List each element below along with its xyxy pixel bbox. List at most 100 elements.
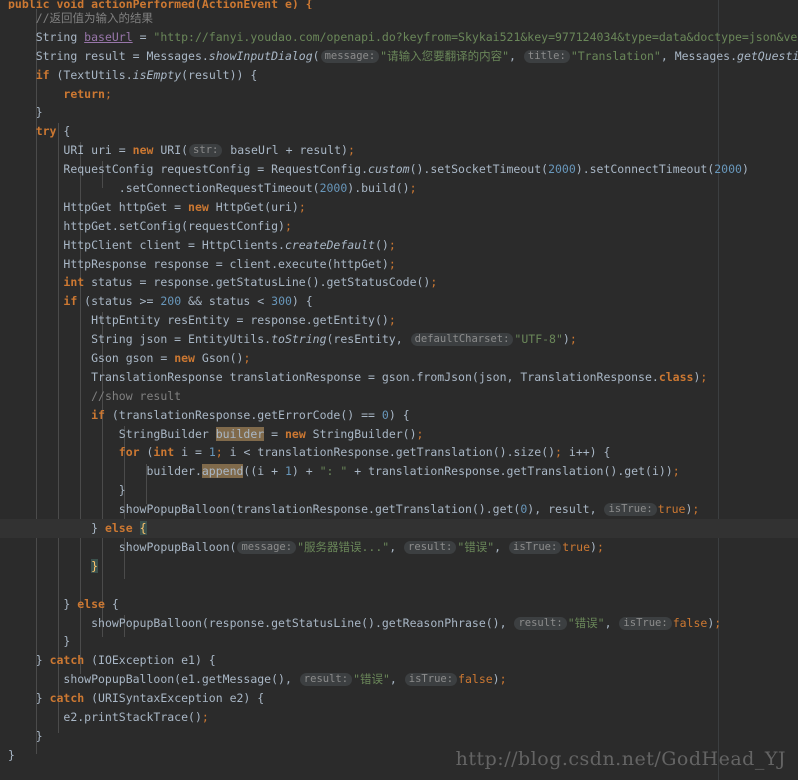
json-args: (resEntity,: [326, 332, 410, 347]
code-line-signature[interactable]: public void actionPerformed(ActionEvent …: [0, 0, 798, 9]
code-line-return[interactable]: return;: [0, 85, 798, 104]
code-line-resentity[interactable]: HttpEntity resEntity = response.getEntit…: [0, 311, 798, 330]
code-line-close-try[interactable]: }: [0, 727, 798, 746]
code-line-stringbuilder[interactable]: StringBuilder builder = new StringBuilde…: [0, 425, 798, 444]
code-line-connectionrequesttimeout[interactable]: .setConnectionRequestTimeout(2000).build…: [0, 179, 798, 198]
code-line-else-current[interactable]: } else {: [0, 519, 798, 538]
comma-1: ,: [389, 539, 404, 554]
popup-close: ): [492, 672, 500, 687]
decl-result: String result = Messages.: [35, 48, 209, 63]
append-a: ((i +: [243, 464, 285, 479]
code-line-requestconfig[interactable]: RequestConfig requestConfig = RequestCon…: [0, 160, 798, 179]
watermark-url: http://blog.csdn.net/GodHead_YJ: [455, 748, 786, 770]
popup-a: showPopupBalloon(e1.getMessage(),: [63, 672, 299, 687]
semicolon-1: ;: [215, 445, 223, 460]
close-brace: }: [35, 728, 43, 743]
code-line-close-else-matching[interactable]: }: [0, 557, 798, 576]
semicolon: ;: [416, 426, 424, 441]
code-line-else-status[interactable]: } else {: [0, 595, 798, 614]
status-cond-a: (status >=: [77, 294, 161, 309]
semicolon-2: ;: [555, 445, 562, 460]
code-line-printstacktrace[interactable]: e2.printStackTrace();: [0, 708, 798, 727]
popup-a: showPopupBalloon(response.getStatusLine(…: [91, 615, 514, 630]
keyword-new: new: [284, 426, 306, 441]
for-b: i =: [174, 445, 209, 460]
code-line-httpclient[interactable]: HttpClient client = HttpClients.createDe…: [0, 236, 798, 255]
code-line-try[interactable]: try {: [0, 122, 798, 141]
code-line-close-for[interactable]: }: [0, 481, 798, 500]
code-line-gson[interactable]: Gson gson = new Gson();: [0, 349, 798, 368]
code-line-showpopup-reasonphrase[interactable]: showPopupBalloon(response.getStatusLine(…: [0, 614, 798, 633]
code-line-showpopup-ioexception[interactable]: showPopupBalloon(e1.getMessage(), result…: [0, 670, 798, 689]
code-line-showpopup-servererror[interactable]: showPopupBalloon(message: "服务器错误...", res…: [0, 538, 798, 557]
close-brace: }: [8, 747, 15, 762]
keyword-if: if: [91, 407, 105, 422]
code-editor[interactable]: public void actionPerformed(ActionEvent …: [0, 0, 798, 780]
chain-4: .setConnectionRequestTimeout(: [118, 181, 320, 196]
timeout-1: 2000: [548, 162, 576, 177]
code-line-httpresponse[interactable]: HttpResponse response = client.execute(h…: [0, 255, 798, 274]
code-line-append[interactable]: builder.append((i + 1) + ": " + translat…: [0, 462, 798, 481]
code-line-setconfig[interactable]: httpGet.setConfig(requestConfig);: [0, 217, 798, 236]
code-line-showpopup-success[interactable]: showPopupBalloon(translationResponse.get…: [0, 500, 798, 519]
semicolon: ;: [569, 332, 577, 347]
code-line-input-dialog[interactable]: String result = Messages.showInputDialog…: [0, 47, 798, 66]
semicolon: ;: [692, 502, 700, 517]
semicolon: ;: [243, 351, 251, 366]
open-brace: {: [104, 596, 119, 611]
semicolon: ;: [672, 464, 680, 479]
code-line-comment-showresult[interactable]: //show result: [0, 387, 798, 406]
code-lines[interactable]: public void actionPerformed(ActionEvent …: [0, 0, 798, 765]
code-line-if-status[interactable]: if (status >= 200 && status < 300) {: [0, 292, 798, 311]
param-hint-istrue: isTrue:: [604, 503, 657, 517]
append-b: ) +: [291, 464, 320, 479]
chain-1: ().setSocketTimeout(: [409, 162, 549, 177]
catch-params: (URISyntaxException e2) {: [84, 691, 265, 706]
semicolon: ;: [201, 709, 209, 724]
try-brace: {: [56, 124, 71, 139]
semicolon: ;: [388, 256, 396, 271]
param-hint-istrue: isTrue:: [404, 673, 458, 687]
setconfig-call: httpGet.setConfig(requestConfig): [63, 218, 285, 233]
errorcode-cond-a: (translationResponse.getErrorCode() ==: [104, 407, 382, 422]
comment-text: //返回值为输入的结果: [35, 11, 154, 25]
code-line-json[interactable]: String json = EntityUtils.toString(resEn…: [0, 330, 798, 349]
code-line-baseurl[interactable]: String baseUrl = "http://fanyi.youdao.co…: [0, 28, 798, 47]
code-line-close-if[interactable]: }: [0, 103, 798, 122]
code-line-uri[interactable]: URI uri = new URI(str: baseUrl + result)…: [0, 141, 798, 160]
keyword-try: try: [35, 124, 57, 139]
keyword-catch: catch: [49, 653, 85, 668]
matching-brace-open: {: [139, 521, 147, 536]
assign-op: =: [132, 29, 154, 44]
close-brace: }: [35, 653, 50, 668]
var-baseUrl: baseUrl: [84, 29, 133, 44]
param-hint-defaultcharset: defaultCharset:: [410, 333, 514, 347]
matching-brace-close: }: [91, 558, 99, 573]
code-line-for[interactable]: for (int i = 1; i < translationResponse.…: [0, 443, 798, 462]
code-line-close-else-status[interactable]: }: [0, 632, 798, 651]
type-String: String: [35, 29, 85, 44]
code-line-catch-urisyntaxexception[interactable]: } catch (URISyntaxException e2) {: [0, 689, 798, 708]
method-createDefault: createDefault: [284, 237, 375, 252]
uri-decl: URI uri =: [63, 143, 133, 158]
code-line-translationresponse[interactable]: TranslationResponse translationResponse …: [0, 368, 798, 387]
code-line-if-errorcode[interactable]: if (translationResponse.getErrorCode() =…: [0, 406, 798, 425]
arg-message-string: "请输入您要翻译的内容": [380, 48, 510, 63]
catch-params: (IOException e1) {: [84, 653, 216, 668]
code-line-httpget[interactable]: HttpGet httpGet = new HttpGet(uri);: [0, 198, 798, 217]
keyword-new: new: [132, 143, 154, 158]
errorcode-cond-b: ) {: [388, 407, 410, 422]
code-line-comment-return[interactable]: //返回值为输入的结果: [0, 9, 798, 28]
code-line-status[interactable]: int status = response.getStatusLine().ge…: [0, 273, 798, 292]
param-hint-title: title:: [523, 49, 570, 63]
semicolon: ;: [388, 237, 396, 252]
keyword-catch: catch: [49, 691, 85, 706]
code-line-catch-ioexception[interactable]: } catch (IOException e1) {: [0, 651, 798, 670]
if-tail: (result)) {: [181, 67, 258, 82]
code-line-blank[interactable]: [0, 576, 798, 595]
arg-title-string: "Translation": [570, 48, 661, 63]
requestconfig-decl: RequestConfig requestConfig = RequestCon…: [63, 162, 369, 177]
code-line-if-isempty[interactable]: if (TextUtils.isEmpty(result)) {: [0, 66, 798, 85]
param-hint-istrue: isTrue:: [619, 616, 672, 630]
